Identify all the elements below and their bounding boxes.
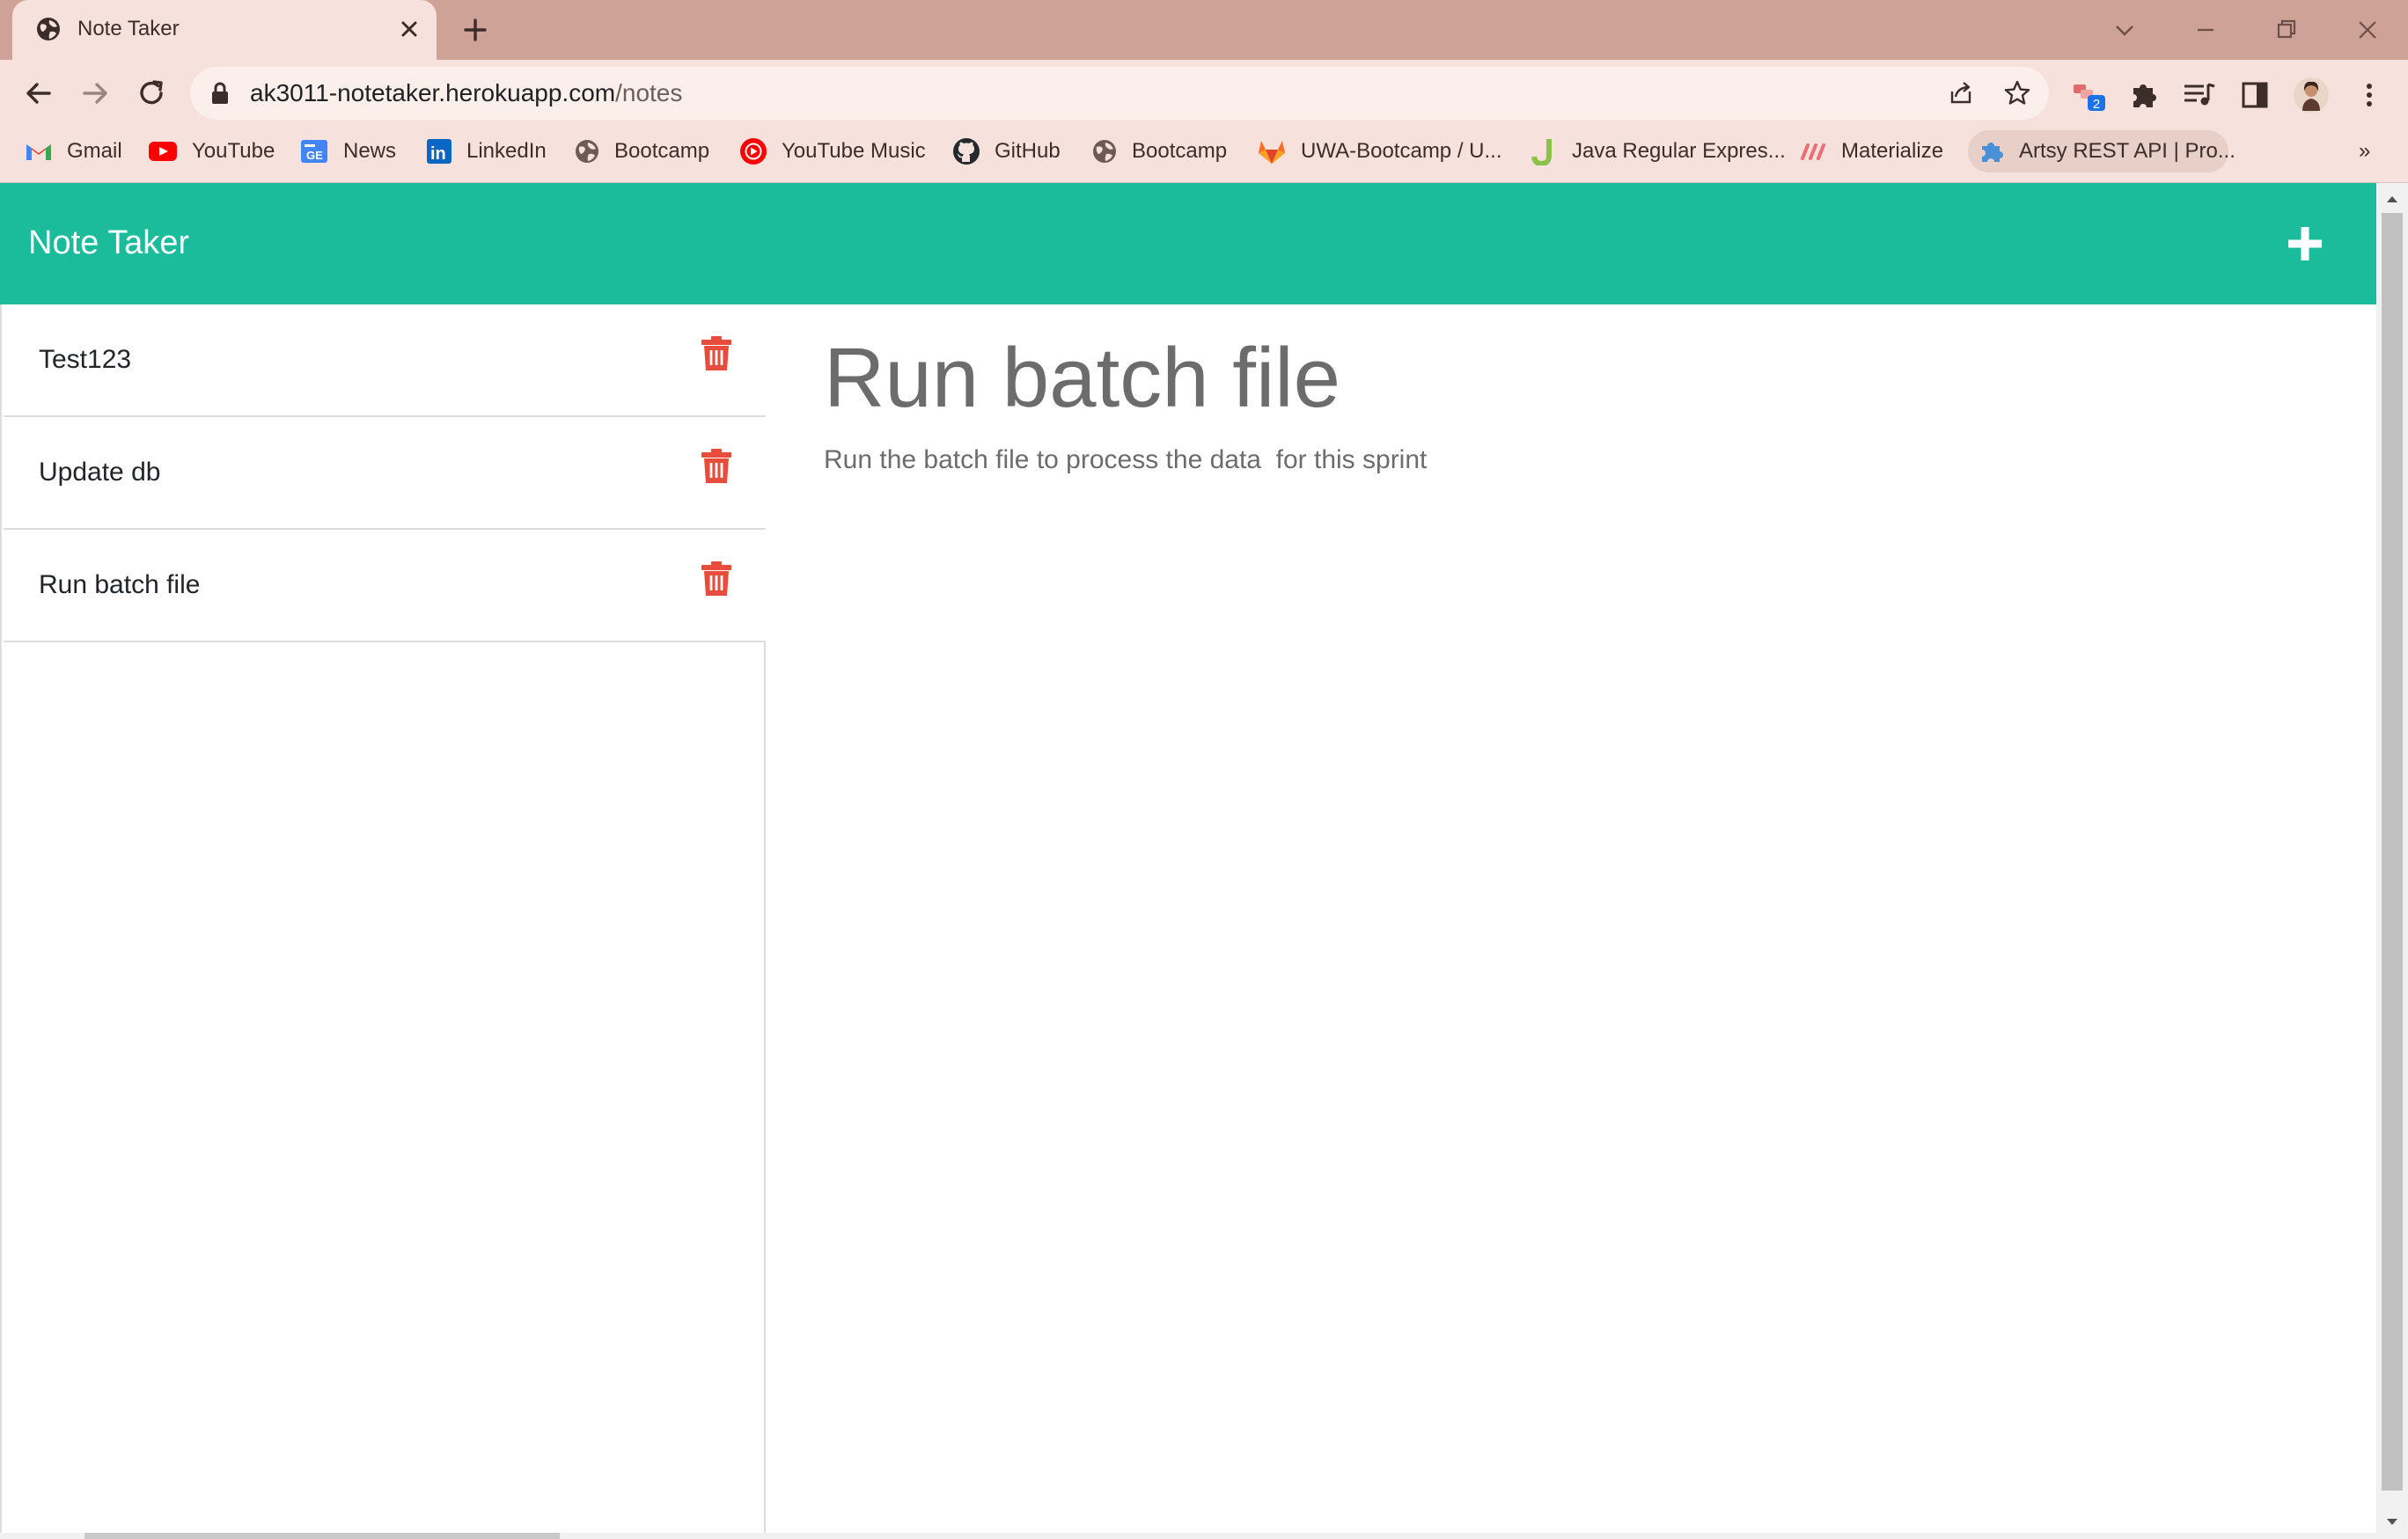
horizontal-scrollbar[interactable]: [0, 1533, 2376, 1539]
delete-note-trash-icon[interactable]: [701, 449, 732, 484]
bookmark-label: Java Regular Expres...: [1572, 139, 1786, 163]
scroll-up-arrow-icon[interactable]: [2383, 190, 2401, 208]
close-icon[interactable]: [394, 14, 424, 44]
note-list-title[interactable]: Run batch file: [39, 568, 200, 602]
bookmark-uwa-bootcamp[interactable]: UWA-Bootcamp / U...: [1248, 130, 1511, 172]
note-list-item[interactable]: Test123: [4, 304, 766, 417]
app-navbar: Note Taker: [0, 183, 2376, 304]
notes-list: Test123 Update db Run batch file: [0, 304, 766, 1533]
bookmark-star-icon[interactable]: [2001, 77, 2033, 109]
bookmark-label: YouTube: [192, 139, 275, 163]
url-text[interactable]: ak3011-notetaker.herokuapp.com/notes: [250, 79, 682, 107]
lock-icon[interactable]: [209, 82, 231, 105]
linkedin-icon: in: [427, 139, 452, 164]
note-list-item[interactable]: Update db: [4, 417, 766, 530]
window-close-icon[interactable]: [2348, 11, 2387, 49]
side-panel-icon[interactable]: [2235, 76, 2274, 114]
delete-note-trash-icon[interactable]: [701, 561, 732, 597]
bookmark-youtube-music[interactable]: YouTube Music: [730, 130, 935, 172]
reload-icon[interactable]: [130, 72, 173, 114]
bookmark-bootcamp-2[interactable]: Bootcamp: [1083, 130, 1236, 172]
browser-tab-active[interactable]: Note Taker: [12, 0, 437, 60]
bookmarks-overflow-button[interactable]: »: [2350, 130, 2379, 172]
restore-icon[interactable]: [2267, 11, 2306, 49]
youtube-music-icon: [740, 138, 767, 165]
news-icon: GE: [301, 140, 327, 163]
bookmark-label: GitHub: [995, 139, 1061, 163]
bookmark-label: Artsy REST API | Pro...: [2019, 139, 2235, 163]
globe-icon: [576, 140, 598, 163]
note-list-item-active[interactable]: Run batch file: [4, 530, 766, 642]
horizontal-scrollbar-thumb[interactable]: [84, 1533, 560, 1539]
bookmark-github[interactable]: GitHub: [943, 130, 1069, 172]
j-icon: [1531, 139, 1552, 165]
bookmark-label: YouTube Music: [782, 139, 926, 163]
bookmark-label: Gmail: [67, 139, 122, 163]
url-path: /notes: [615, 79, 683, 106]
globe-icon: [37, 18, 60, 40]
bookmark-materialize[interactable]: Materialize: [1790, 130, 1952, 172]
svg-text:GE: GE: [306, 149, 323, 162]
gitlab-icon: [1259, 141, 1285, 164]
globe-icon: [1093, 140, 1116, 163]
note-text-area[interactable]: Run the batch file to process the data f…: [824, 443, 1427, 477]
minimize-icon[interactable]: [2186, 11, 2225, 49]
address-bar[interactable]: ak3011-notetaker.herokuapp.com/notes: [190, 67, 2049, 120]
bookmark-news[interactable]: GE News: [290, 130, 405, 172]
bookmarks-bar: Gmail YouTube GE News in LinkedIn Bootca…: [0, 127, 2408, 176]
extensions-puzzle-icon[interactable]: [2125, 76, 2163, 114]
profile-avatar[interactable]: [2292, 76, 2331, 114]
materialize-icon: [1801, 143, 1825, 160]
browser-menu-icon[interactable]: [2350, 76, 2389, 114]
extension-badge-icon[interactable]: 2: [2070, 76, 2109, 114]
media-queue-icon[interactable]: [2179, 76, 2218, 114]
puzzle-icon: [1982, 143, 2003, 162]
bookmark-gmail[interactable]: Gmail: [16, 130, 131, 172]
svg-text:in: in: [430, 144, 446, 164]
scroll-down-arrow-icon[interactable]: [2383, 1513, 2401, 1531]
delete-note-trash-icon[interactable]: [701, 336, 732, 371]
bookmark-label: News: [343, 139, 397, 163]
browser-toolbar: ak3011-notetaker.herokuapp.com/notes 2 G…: [0, 60, 2408, 183]
gmail-icon: [26, 144, 51, 160]
bookmark-youtube[interactable]: YouTube: [139, 130, 283, 172]
bookmark-artsy-api[interactable]: Artsy REST API | Pro...: [1968, 130, 2235, 172]
new-note-plus-icon[interactable]: [2280, 218, 2331, 269]
bookmark-label: UWA-Bootcamp / U...: [1301, 139, 1502, 163]
share-icon[interactable]: [1945, 77, 1977, 109]
back-arrow-icon[interactable]: [18, 72, 60, 114]
vertical-scrollbar[interactable]: [2376, 183, 2408, 1539]
scrollbar-thumb[interactable]: [2382, 213, 2403, 1491]
note-editor: Run batch file Run the batch file to pro…: [767, 304, 2376, 1533]
url-host: ak3011-notetaker.herokuapp.com: [250, 79, 616, 106]
bookmark-java-regex[interactable]: Java Regular Expres...: [1523, 130, 1795, 172]
extension-badge-count: 2: [2093, 97, 2100, 112]
browser-tab-strip: Note Taker: [0, 0, 2408, 60]
app-brand[interactable]: Note Taker: [28, 222, 189, 264]
bookmark-label: LinkedIn: [466, 139, 547, 163]
tab-search-chevron-icon[interactable]: [2105, 11, 2144, 49]
forward-arrow-icon[interactable]: [74, 72, 116, 114]
new-tab-plus-icon[interactable]: [458, 12, 493, 48]
bookmark-label: Materialize: [1841, 139, 1944, 163]
github-icon: [953, 138, 980, 165]
bookmark-label: Bootcamp: [1132, 139, 1228, 163]
note-list-title[interactable]: Test123: [39, 343, 131, 377]
bookmark-bootcamp[interactable]: Bootcamp: [565, 130, 718, 172]
bookmark-linkedin[interactable]: in LinkedIn: [417, 130, 555, 172]
bookmark-label: Bootcamp: [614, 139, 710, 163]
tab-title: Note Taker: [77, 17, 180, 40]
note-title-field[interactable]: Run batch file: [824, 326, 1340, 431]
note-list-title[interactable]: Update db: [39, 456, 160, 489]
youtube-icon: [149, 142, 177, 161]
